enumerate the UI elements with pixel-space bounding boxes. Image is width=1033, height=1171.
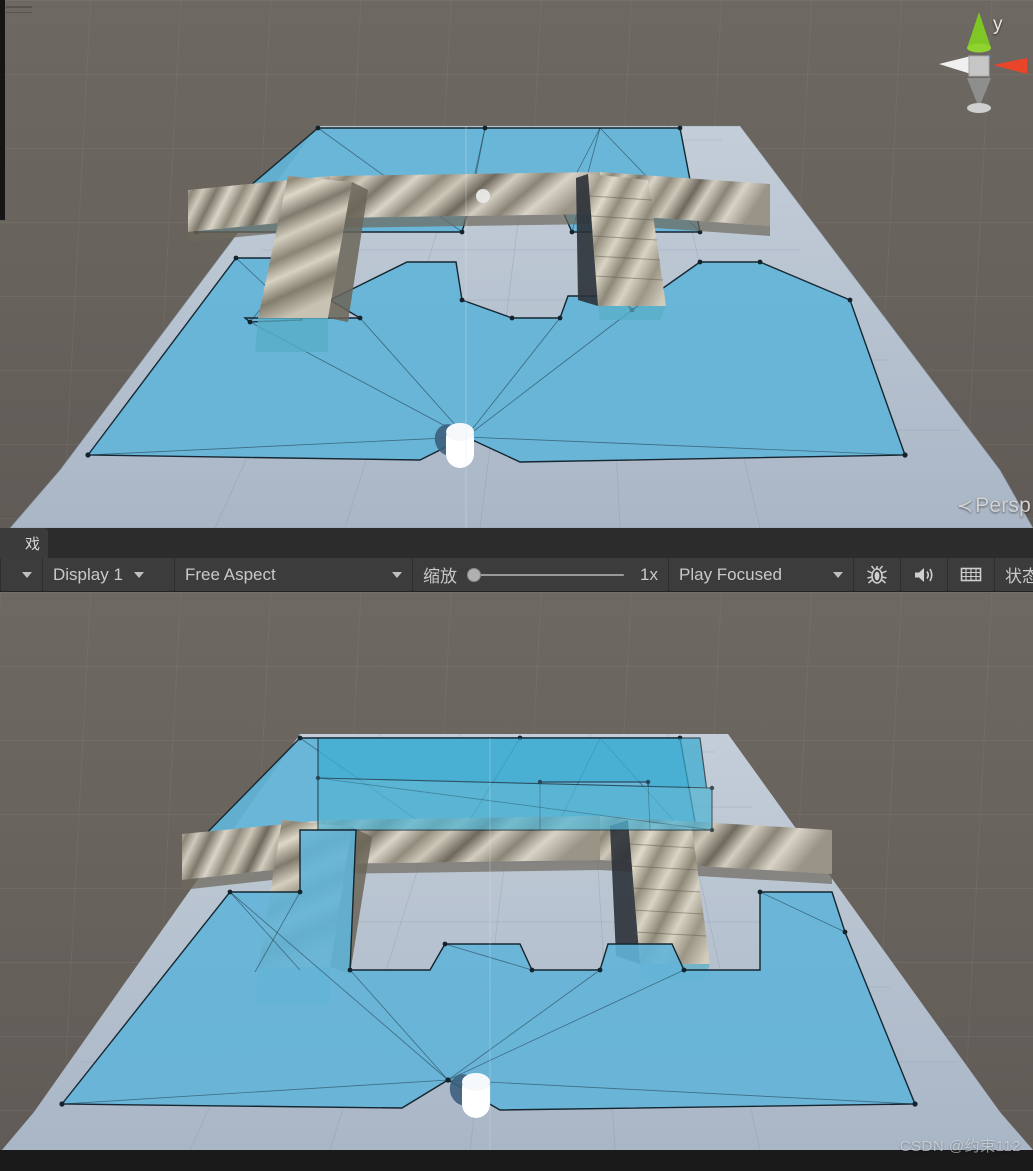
gizmo-x-axis <box>993 58 1027 74</box>
display-label: Display 1 <box>53 564 123 584</box>
aspect-ratio-dropdown[interactable]: Free Aspect <box>175 558 413 591</box>
scene-view-upper[interactable]: y ≺Persp <box>0 0 1033 528</box>
play-mode-label: Play Focused <box>679 564 782 584</box>
tab-game-label: 戏 <box>24 535 40 553</box>
play-mode-dropdown[interactable]: Play Focused <box>669 558 854 591</box>
speaker-icon <box>915 567 933 582</box>
gizmos-toggle-button[interactable] <box>948 558 995 591</box>
scene-view-gizmo[interactable]: y <box>931 4 1027 164</box>
mute-audio-button[interactable] <box>901 558 948 591</box>
scene-geometry-upper <box>0 0 1033 528</box>
grid-icon <box>960 567 982 582</box>
scale-label: 缩放 <box>423 567 457 586</box>
gizmo-projection-label[interactable]: ≺Persp <box>957 494 1031 518</box>
tab-strip: 戏 <box>0 528 1033 558</box>
display-dropdown[interactable]: Display 1 <box>43 558 175 591</box>
view-options-dropdown[interactable] <box>0 558 43 591</box>
scale-slider-handle[interactable] <box>467 567 481 582</box>
gizmo-menu-icon[interactable] <box>6 6 32 17</box>
bottom-status-bar <box>0 1150 1033 1171</box>
stats-toggle-button[interactable]: 状态 <box>995 558 1033 591</box>
scene-light-handle <box>476 189 490 203</box>
scale-slider-group[interactable]: 缩放 1x <box>413 558 669 591</box>
chevron-down-icon <box>133 571 144 578</box>
tab-strip-empty-area <box>48 528 1033 558</box>
gizmo-negative-x-axis <box>939 56 971 74</box>
debug-toggle-button[interactable] <box>854 558 901 591</box>
chevron-down-icon <box>833 571 843 578</box>
tab-game[interactable]: 戏 <box>0 528 48 558</box>
viewport-left-edge-strip <box>0 0 5 220</box>
game-view-controls: Display 1 Free Aspect 缩放 1x Play Focused <box>0 558 1033 591</box>
chevron-down-icon <box>22 571 32 578</box>
gizmo-y-label: y <box>993 14 1003 35</box>
stats-label: 状态 <box>1005 567 1033 586</box>
scene-geometry-lower <box>0 592 1033 1150</box>
scale-slider-track <box>477 573 624 576</box>
gizmo-y-axis <box>967 12 991 48</box>
game-view-toolbar: 戏 Display 1 Free Aspect 缩放 1x Play Focus… <box>0 528 1033 592</box>
navmesh-elevated-overlay <box>315 737 715 833</box>
projection-mode-text: Persp <box>975 494 1031 517</box>
bug-icon <box>867 565 887 584</box>
projection-toggle-arrow-icon[interactable]: ≺ <box>957 496 973 517</box>
chevron-down-icon <box>392 571 402 578</box>
scene-view-lower[interactable] <box>0 592 1033 1150</box>
scale-value: 1x <box>640 564 658 584</box>
wall-center-horizontal <box>330 172 600 228</box>
aspect-ratio-label: Free Aspect <box>185 564 276 584</box>
scale-slider[interactable] <box>467 567 624 582</box>
